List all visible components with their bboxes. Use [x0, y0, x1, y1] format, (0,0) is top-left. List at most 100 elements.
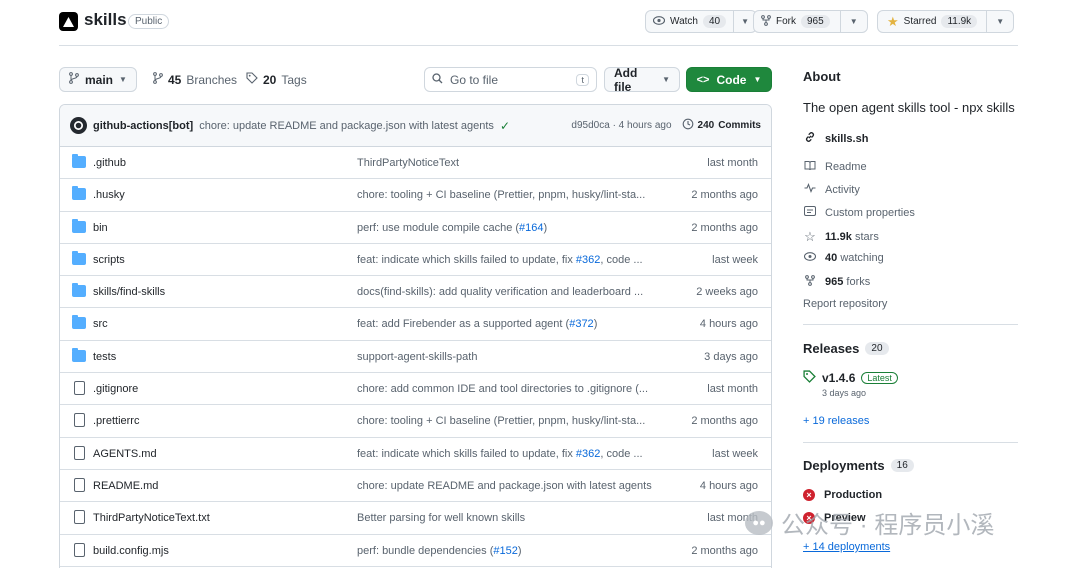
chevron-down-icon[interactable]: ▼: [996, 17, 1004, 26]
commit-message-link[interactable]: ThirdPartyNoticeText: [357, 157, 665, 169]
commits-link[interactable]: 240 Commits: [682, 118, 761, 133]
issue-link[interactable]: #372: [569, 318, 593, 330]
website-url: skills.sh: [825, 132, 869, 145]
forks-link[interactable]: 965 forks: [803, 275, 870, 289]
folder-icon: [72, 347, 86, 362]
activity-link[interactable]: Activity: [803, 182, 860, 196]
commit-message-link[interactable]: chore: tooling + CI baseline (Prettier, …: [357, 189, 665, 201]
website-link[interactable]: skills.sh: [803, 131, 868, 146]
commit-message-tail: , code ...: [600, 253, 643, 266]
chevron-down-icon[interactable]: ▼: [741, 17, 749, 26]
eye-icon: [803, 252, 817, 264]
star-icon: ★: [887, 13, 899, 29]
code-icon: <>: [696, 73, 710, 86]
file-name[interactable]: AGENTS.md: [93, 448, 157, 460]
commit-message-link[interactable]: chore: tooling + CI baseline (Prettier, …: [357, 415, 665, 427]
commit-message-link[interactable]: chore: update README and package.json wi…: [357, 480, 665, 492]
file-name[interactable]: .github: [93, 157, 126, 169]
tag-icon: [803, 370, 816, 386]
activity-label: Activity: [825, 183, 860, 196]
commit-message-link[interactable]: perf: use module compile cache (#164): [357, 222, 665, 234]
file-name[interactable]: .prettierrc: [93, 415, 139, 427]
star-button[interactable]: ★ Starred 11.9k ▼: [877, 10, 1015, 33]
file-name[interactable]: tests: [93, 351, 116, 363]
commit-message-link[interactable]: chore: add common IDE and tool directori…: [357, 383, 665, 395]
file-name[interactable]: README.md: [93, 480, 158, 492]
chevron-down-icon[interactable]: ▼: [850, 17, 858, 26]
fork-icon: [803, 275, 817, 289]
releases-heading-row[interactable]: Releases 20: [803, 341, 889, 356]
file-row[interactable]: tests support-agent-skills-path 3 days ago: [60, 341, 771, 374]
tags-count: 20: [263, 72, 277, 87]
file-row[interactable]: .github ThirdPartyNoticeText last month: [60, 147, 771, 180]
commit-date: 4 hours ago: [699, 479, 758, 492]
file-row[interactable]: .husky chore: tooling + CI baseline (Pret…: [60, 179, 771, 212]
readme-link[interactable]: Readme: [803, 160, 867, 174]
file-row[interactable]: AGENTS.md feat: indicate which skills fai…: [60, 438, 771, 470]
header-divider: [59, 45, 1018, 46]
commit-date: last month: [707, 383, 758, 396]
stars-link[interactable]: ☆ 11.9k stars: [803, 229, 879, 245]
issue-link[interactable]: #164: [519, 222, 543, 234]
file-name[interactable]: .gitignore: [93, 383, 138, 395]
commit-message-link[interactable]: feat: indicate which skills failed to up…: [357, 254, 665, 266]
star-count: 11.9k: [941, 15, 978, 28]
more-deployments-link[interactable]: + 14 deployments: [803, 541, 890, 553]
deployments-heading-row[interactable]: Deployments 16: [803, 458, 914, 473]
file-row[interactable]: build.config.mjs perf: bundle dependencie…: [60, 535, 771, 567]
commit-message-link[interactable]: support-agent-skills-path: [357, 351, 665, 363]
file-row[interactable]: src feat: add Firebender as a supported a…: [60, 308, 771, 341]
file-row[interactable]: scripts feat: indicate which skills faile…: [60, 244, 771, 277]
fork-button[interactable]: Fork 965 ▼: [753, 10, 868, 33]
commit-message[interactable]: chore: update README and package.json wi…: [199, 120, 494, 132]
code-button[interactable]: <> Code ▼: [686, 67, 772, 92]
commit-hash[interactable]: d95d0ca: [571, 120, 609, 131]
stars-label: stars: [854, 231, 879, 243]
commit-date: 2 months ago: [691, 189, 758, 202]
branch-select[interactable]: main ▼: [59, 67, 137, 92]
link-icon: [803, 131, 817, 146]
file-row[interactable]: skills/find-skills docs(find-skills): add…: [60, 276, 771, 309]
commit-message-link[interactable]: feat: indicate which skills failed to up…: [357, 448, 665, 460]
custom-properties-link[interactable]: Custom properties: [803, 206, 915, 219]
file-row[interactable]: .prettierrc chore: tooling + CI baseline …: [60, 405, 771, 438]
file-name[interactable]: .husky: [93, 189, 125, 201]
check-icon[interactable]: ✓: [500, 119, 510, 133]
commit-message-text: chore: add common IDE and tool directori…: [357, 383, 649, 396]
file-row[interactable]: ThirdPartyNoticeText.txt Better parsing f…: [60, 502, 771, 535]
folder-icon: [72, 218, 86, 233]
github-actions-avatar[interactable]: [70, 117, 87, 134]
watching-link[interactable]: 40 watching: [803, 252, 884, 264]
file-name[interactable]: scripts: [93, 254, 125, 266]
repo-name[interactable]: skills: [84, 10, 127, 30]
branches-link[interactable]: 45 Branches: [153, 72, 237, 87]
watermark: ●● 公众号 · 程序员小溪: [745, 505, 994, 540]
tags-link[interactable]: 20 Tags: [246, 72, 307, 87]
add-file-button[interactable]: Add file ▼: [604, 66, 680, 94]
file-name[interactable]: skills/find-skills: [93, 286, 165, 298]
file-name[interactable]: bin: [93, 222, 108, 234]
commit-message-link[interactable]: docs(find-skills): add quality verificat…: [357, 286, 665, 298]
go-to-file-input[interactable]: Go to file t: [424, 67, 597, 92]
file-row[interactable]: .gitignore chore: add common IDE and tool…: [60, 373, 771, 406]
issue-link[interactable]: #362: [576, 254, 600, 266]
commit-message-link[interactable]: feat: add Firebender as a supported agen…: [357, 318, 665, 330]
commit-author[interactable]: github-actions[bot]: [93, 120, 193, 132]
report-repository-link[interactable]: Report repository: [803, 298, 887, 310]
readme-label: Readme: [825, 161, 867, 173]
commit-message-link[interactable]: perf: bundle dependencies (#152): [357, 545, 665, 557]
watch-button[interactable]: Watch 40 ▼: [645, 10, 758, 33]
deployment-production[interactable]: × Production: [803, 489, 882, 501]
latest-release[interactable]: v1.4.6 Latest: [803, 370, 898, 386]
file-name[interactable]: src: [93, 318, 108, 330]
wechat-icon: ●●: [745, 510, 773, 535]
file-row[interactable]: bin perf: use module compile cache (#164)…: [60, 212, 771, 244]
issue-link[interactable]: #152: [493, 545, 517, 557]
commit-message-text: ThirdPartyNoticeText: [357, 157, 460, 169]
more-releases-link[interactable]: + 19 releases: [803, 415, 869, 427]
file-name[interactable]: build.config.mjs: [93, 545, 169, 557]
commit-message-link[interactable]: Better parsing for well known skills: [357, 512, 665, 524]
file-row[interactable]: README.md chore: update README and packag…: [60, 470, 771, 503]
file-name[interactable]: ThirdPartyNoticeText.txt: [93, 512, 210, 524]
issue-link[interactable]: #362: [576, 448, 600, 460]
